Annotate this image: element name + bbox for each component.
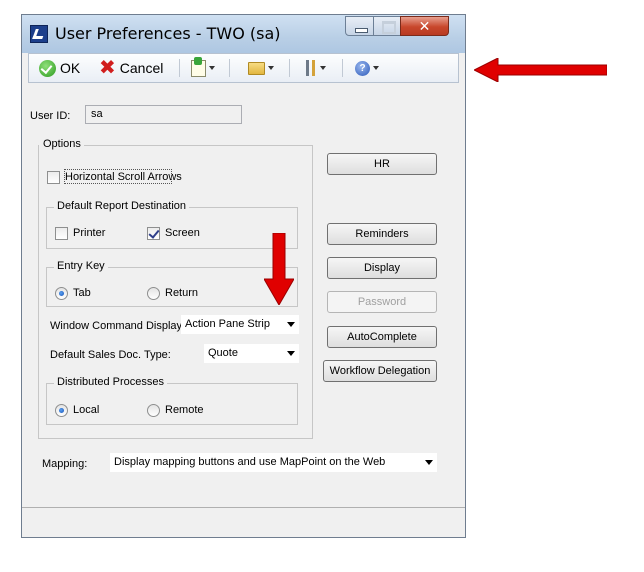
- dropdown-arrow-icon: [268, 66, 274, 70]
- window-command-display-select[interactable]: Action Pane Strip: [181, 315, 299, 334]
- entry-key-return-label[interactable]: Return: [165, 287, 198, 299]
- dropdown-arrow-icon: [209, 66, 215, 70]
- chevron-down-icon: [425, 460, 433, 465]
- window-command-display-value: Action Pane Strip: [185, 318, 270, 330]
- mapping-label: Mapping:: [42, 458, 88, 470]
- reminders-button[interactable]: Reminders: [327, 223, 437, 245]
- entry-key-tab-radio[interactable]: [55, 287, 68, 300]
- toolbar-separator: [229, 59, 230, 77]
- dynamics-app-icon: [30, 25, 48, 43]
- autocomplete-button[interactable]: AutoComplete: [327, 326, 437, 348]
- user-id-field: sa: [85, 105, 242, 124]
- dropdown-arrow-icon: [373, 66, 379, 70]
- default-sales-doc-type-label: Default Sales Doc. Type:: [50, 349, 171, 361]
- distributed-local-label[interactable]: Local: [73, 404, 99, 416]
- window-title: User Preferences - TWO (sa): [55, 24, 281, 43]
- report-destination-title: Default Report Destination: [54, 200, 190, 212]
- close-icon: ✕: [418, 18, 431, 34]
- check-circle-icon: [39, 59, 56, 77]
- help-icon: ?: [355, 60, 370, 76]
- chevron-down-icon: [287, 322, 295, 327]
- annotation-arrow-down: [264, 233, 294, 305]
- red-x-icon: ✖: [99, 57, 116, 79]
- toolbar-separator: [289, 59, 290, 77]
- focus-rectangle: [64, 169, 172, 184]
- hr-button[interactable]: HR: [327, 153, 437, 175]
- screen-checkbox[interactable]: [147, 227, 160, 240]
- dropdown-arrow-icon: [320, 66, 326, 70]
- default-sales-doc-type-select[interactable]: Quote: [204, 344, 299, 363]
- user-preferences-window: User Preferences - TWO (sa) ✕ OK ✖ Cance…: [21, 14, 466, 538]
- horizontal-scroll-arrows-checkbox[interactable]: [47, 171, 60, 184]
- chevron-down-icon: [287, 351, 295, 356]
- maximize-button[interactable]: [373, 16, 401, 36]
- entry-key-return-radio[interactable]: [147, 287, 160, 300]
- ok-label: OK: [60, 60, 81, 76]
- cancel-label: Cancel: [119, 60, 164, 76]
- entry-key-tab-label[interactable]: Tab: [73, 287, 91, 299]
- window-command-display-label: Window Command Display: [50, 320, 183, 332]
- distributed-remote-label[interactable]: Remote: [165, 404, 204, 416]
- cancel-button[interactable]: ✖ Cancel: [99, 54, 163, 82]
- screen-label[interactable]: Screen: [165, 227, 200, 239]
- action-pane-toolbar: OK ✖ Cancel ?: [28, 53, 459, 83]
- mapping-value: Display mapping buttons and use MapPoint…: [114, 456, 386, 468]
- title-bar[interactable]: User Preferences - TWO (sa) ✕: [22, 15, 465, 53]
- toolbar-separator: [342, 59, 343, 77]
- toolbar-separator: [179, 59, 180, 77]
- default-sales-doc-type-value: Quote: [208, 347, 238, 359]
- file-folder-dropdown[interactable]: [248, 54, 274, 82]
- mapping-select[interactable]: Display mapping buttons and use MapPoint…: [110, 453, 437, 472]
- ok-button[interactable]: OK: [39, 54, 80, 82]
- distributed-remote-radio[interactable]: [147, 404, 160, 417]
- user-id-label: User ID:: [30, 110, 71, 122]
- minimize-button[interactable]: [345, 16, 374, 36]
- options-group-title: Options: [39, 138, 84, 150]
- distributed-processes-title: Distributed Processes: [54, 376, 167, 388]
- status-bar-divider: [22, 507, 465, 508]
- new-document-dropdown[interactable]: [191, 54, 215, 82]
- folder-icon: [248, 61, 265, 75]
- printer-label[interactable]: Printer: [73, 227, 105, 239]
- tools-icon: [305, 60, 317, 76]
- password-button[interactable]: Password: [327, 291, 437, 313]
- help-dropdown[interactable]: ?: [355, 54, 379, 82]
- close-button[interactable]: ✕: [400, 16, 449, 36]
- tools-dropdown[interactable]: [305, 54, 326, 82]
- printer-checkbox[interactable]: [55, 227, 68, 240]
- workflow-delegation-button[interactable]: Workflow Delegation: [323, 360, 437, 382]
- display-button[interactable]: Display: [327, 257, 437, 279]
- annotation-arrow-left: [474, 58, 607, 82]
- distributed-local-radio[interactable]: [55, 404, 68, 417]
- new-document-icon: [191, 56, 206, 77]
- entry-key-title: Entry Key: [54, 260, 108, 272]
